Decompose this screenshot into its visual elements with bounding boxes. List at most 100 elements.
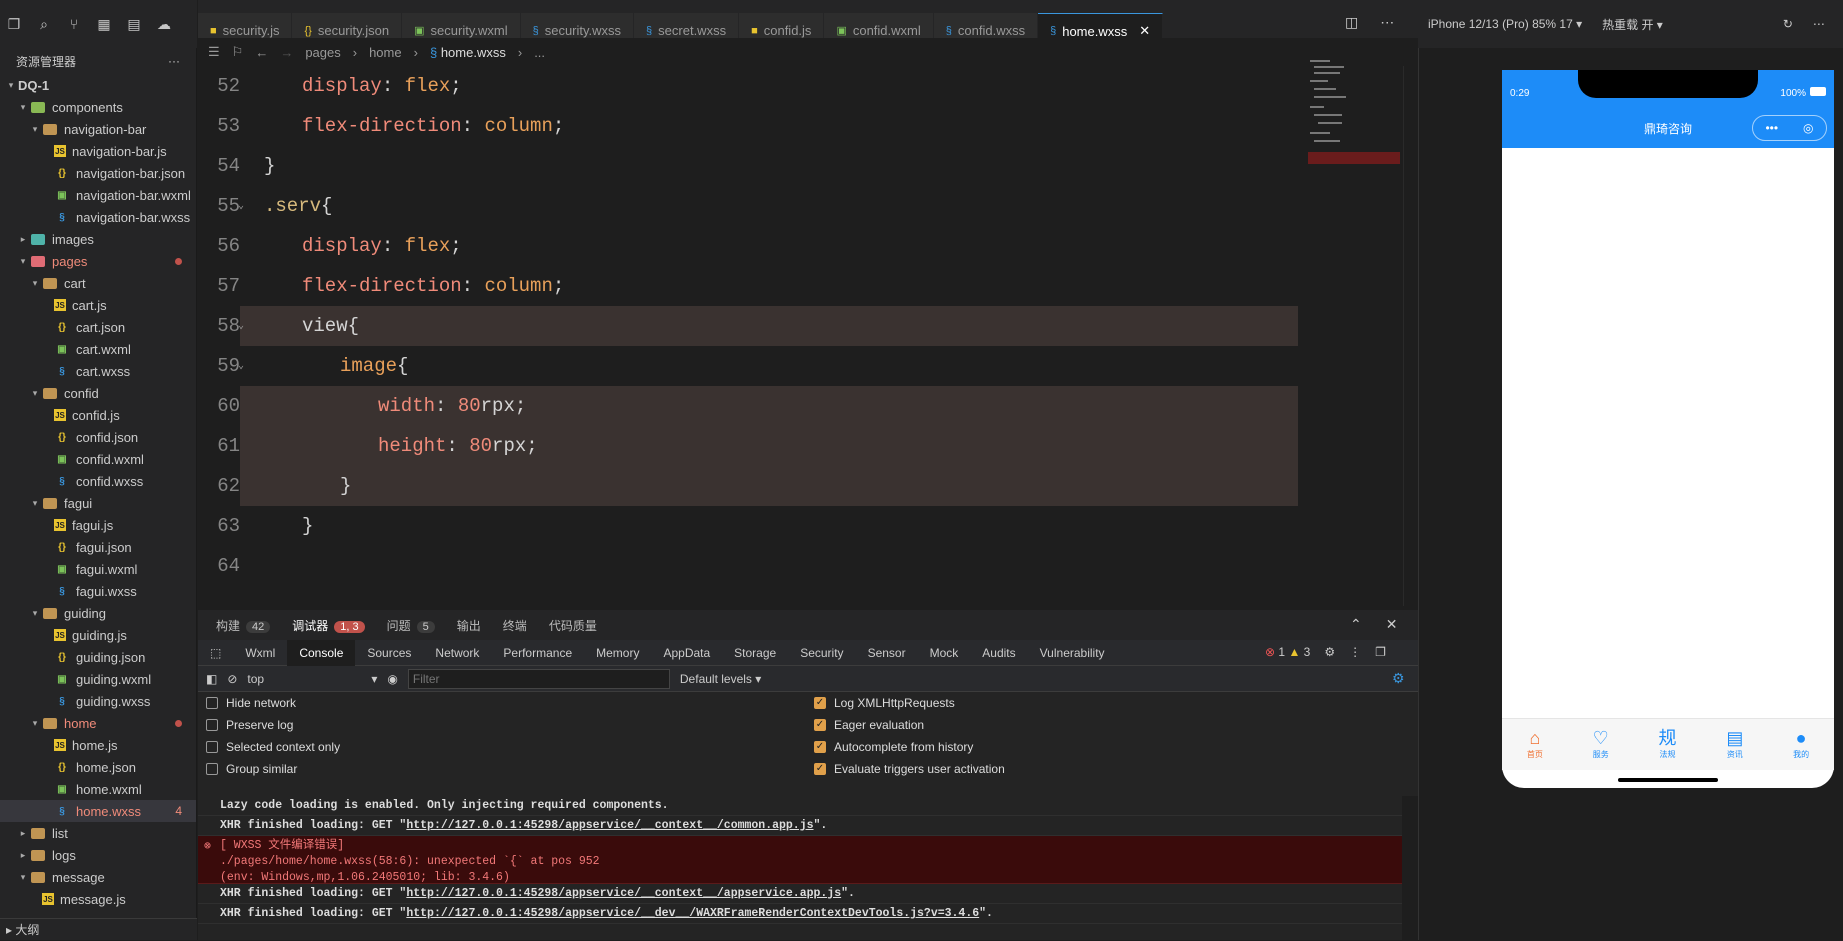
checkbox[interactable]: [206, 719, 218, 731]
tree-folder[interactable]: ▾ message: [0, 866, 196, 888]
console-option[interactable]: Preserve log: [206, 718, 293, 732]
tree-file[interactable]: ▣ fagui.wxml: [0, 558, 196, 580]
tree-file[interactable]: ▣ navigation-bar.wxml: [0, 184, 196, 206]
devtools-tab[interactable]: Mock: [918, 640, 971, 666]
gear-icon[interactable]: ⚙: [1324, 645, 1335, 659]
tree-folder[interactable]: ▾ DQ-1: [0, 74, 196, 96]
forward-icon[interactable]: →: [280, 45, 293, 60]
panel-tab[interactable]: 输出: [457, 617, 481, 634]
breadcrumb-file[interactable]: § home.wxss: [430, 45, 506, 60]
close-tab-icon[interactable]: ✕: [1139, 23, 1150, 39]
tree-file[interactable]: § guiding.wxss: [0, 690, 196, 712]
tree-file[interactable]: § navigation-bar.wxss: [0, 206, 196, 228]
tree-file[interactable]: {} guiding.json: [0, 646, 196, 668]
console-option[interactable]: ✓ Eager evaluation: [814, 718, 924, 732]
tree-file[interactable]: {} cart.json: [0, 316, 196, 338]
error-count[interactable]: ⊗ 1 ▲ 3: [1265, 645, 1310, 659]
editor-scrollbar[interactable]: [1403, 66, 1417, 606]
phone-tab-item[interactable]: ⌂ 首页: [1527, 729, 1543, 760]
kebab-icon[interactable]: ⋮: [1349, 645, 1361, 659]
checkbox[interactable]: [206, 763, 218, 775]
phone-tab-item[interactable]: ● 我的: [1793, 729, 1809, 760]
context-select[interactable]: top ▾: [247, 672, 377, 686]
console-option[interactable]: Hide network: [206, 696, 296, 710]
undock-icon[interactable]: ❐: [1375, 645, 1386, 659]
tree-folder[interactable]: ▾ pages: [0, 250, 196, 272]
sim-more-icon[interactable]: ⋯: [1813, 17, 1825, 31]
tree-file[interactable]: ▣ home.wxml: [0, 778, 196, 800]
tree-file[interactable]: ▣ cart.wxml: [0, 338, 196, 360]
console-option[interactable]: Group similar: [206, 762, 297, 776]
checkbox[interactable]: ✓: [814, 719, 826, 731]
tree-file[interactable]: JS message.js: [0, 888, 196, 910]
devtools-tab[interactable]: Sensor: [856, 640, 918, 666]
tree-file[interactable]: ▣ guiding.wxml: [0, 668, 196, 690]
panel-tab[interactable]: 问题 5: [387, 617, 435, 634]
devtools-tab[interactable]: AppData: [651, 640, 722, 666]
inspect-icon[interactable]: ⬚: [198, 640, 233, 666]
phone-tab-item[interactable]: ▤ 资讯: [1726, 729, 1743, 760]
tree-file[interactable]: {} home.json: [0, 756, 196, 778]
files-icon[interactable]: ❐: [6, 16, 22, 32]
console-log[interactable]: Lazy code loading is enabled. Only injec…: [198, 796, 1402, 940]
tree-folder[interactable]: ▾ home: [0, 712, 196, 734]
tree-file[interactable]: {} confid.json: [0, 426, 196, 448]
tree-file[interactable]: JS guiding.js: [0, 624, 196, 646]
tree-folder[interactable]: ▾ guiding: [0, 602, 196, 624]
phone-tab-item[interactable]: ♡ 服务: [1593, 729, 1609, 760]
console-option[interactable]: Selected context only: [206, 740, 340, 754]
tree-file[interactable]: JS home.js: [0, 734, 196, 756]
source-control-icon[interactable]: ⑂: [66, 16, 82, 32]
tree-file[interactable]: § confid.wxss: [0, 470, 196, 492]
tree-file[interactable]: ▣ confid.wxml: [0, 448, 196, 470]
panel-tab[interactable]: 终端: [503, 617, 527, 634]
levels-select[interactable]: Default levels ▾: [680, 672, 761, 686]
device-select[interactable]: iPhone 12/13 (Pro) 85% 17 ▾: [1428, 17, 1582, 31]
devtools-tab[interactable]: Security: [788, 640, 855, 666]
eye-icon[interactable]: ◉: [387, 672, 397, 686]
devtools-tab[interactable]: Performance: [491, 640, 584, 666]
tree-file[interactable]: § cart.wxss: [0, 360, 196, 382]
tree-folder[interactable]: ▸ list: [0, 822, 196, 844]
hot-reload-select[interactable]: 热重载 开 ▾: [1602, 16, 1663, 33]
tree-folder[interactable]: ▸ logs: [0, 844, 196, 866]
tree-folder[interactable]: ▸ images: [0, 228, 196, 250]
tree-file[interactable]: {} fagui.json: [0, 536, 196, 558]
sidebar-toggle-icon[interactable]: ◧: [206, 672, 217, 686]
split-editor-icon[interactable]: ◫: [1345, 14, 1358, 31]
devtools-tab[interactable]: Audits: [970, 640, 1027, 666]
close-icon[interactable]: ✕: [1386, 616, 1398, 633]
fold-icon[interactable]: ⌄: [238, 360, 244, 372]
tree-file[interactable]: § home.wxss 4: [0, 800, 196, 822]
tree-folder[interactable]: ▾ components: [0, 96, 196, 118]
tree-folder[interactable]: ▾ fagui: [0, 492, 196, 514]
minimap[interactable]: [1300, 58, 1400, 198]
fold-icon[interactable]: ⌄: [238, 200, 244, 212]
close-circle-icon[interactable]: ◎: [1803, 121, 1813, 135]
phone-tab-item[interactable]: 规法规: [1659, 729, 1677, 760]
tree-file[interactable]: {} navigation-bar.json: [0, 162, 196, 184]
more-dots-icon[interactable]: •••: [1765, 121, 1778, 135]
breadcrumb-pages[interactable]: pages: [305, 45, 340, 60]
refresh-icon[interactable]: ↻: [1783, 17, 1793, 31]
checkbox[interactable]: [206, 697, 218, 709]
code-editor[interactable]: 52 display: flex; 53 flex-direction: column…: [198, 66, 1298, 606]
outline-section[interactable]: ▸ 大纲: [0, 918, 197, 940]
phone-screen[interactable]: [1502, 70, 1834, 788]
log-link[interactable]: http://127.0.0.1:45298/appservice/__dev_…: [406, 907, 979, 920]
checkbox[interactable]: [206, 741, 218, 753]
tree-file[interactable]: § fagui.wxss: [0, 580, 196, 602]
log-link[interactable]: http://127.0.0.1:45298/appservice/__cont…: [406, 887, 841, 900]
devtools-tab[interactable]: Storage: [722, 640, 788, 666]
log-link[interactable]: http://127.0.0.1:45298/appservice/__cont…: [406, 819, 813, 832]
back-icon[interactable]: ←: [255, 45, 268, 60]
checkbox[interactable]: ✓: [814, 697, 826, 709]
checkbox[interactable]: ✓: [814, 741, 826, 753]
console-option[interactable]: ✓ Evaluate triggers user activation: [814, 762, 1005, 776]
checkbox[interactable]: ✓: [814, 763, 826, 775]
breadcrumb-home[interactable]: home: [369, 45, 402, 60]
devtools-tab[interactable]: Wxml: [233, 640, 287, 666]
panel-tab[interactable]: 构建 42: [216, 617, 271, 634]
fold-icon[interactable]: ⌄: [238, 320, 244, 332]
capsule-menu[interactable]: ••• ◎: [1752, 115, 1827, 141]
